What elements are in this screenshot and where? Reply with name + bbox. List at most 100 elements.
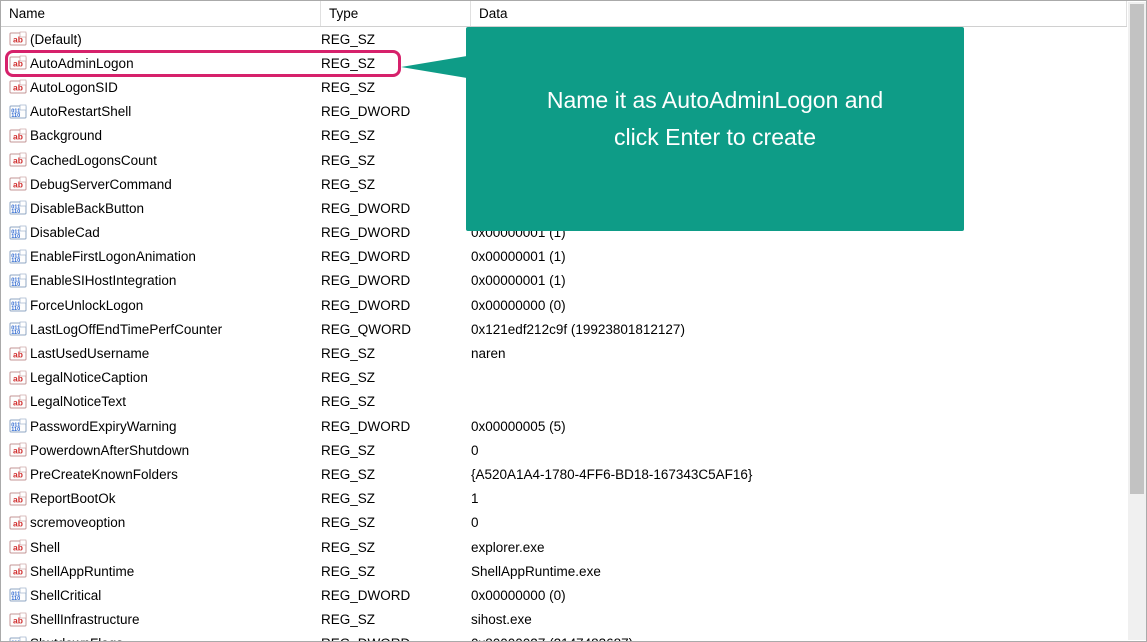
table-row[interactable]: LegalNoticeText REG_SZ <box>1 390 1127 414</box>
cell-type: REG_SZ <box>321 177 471 192</box>
reg-string-icon <box>9 78 27 96</box>
table-row[interactable]: ForceUnlockLogonREG_DWORD0x00000000 (0) <box>1 293 1127 317</box>
cell-data: 0x00000001 (1) <box>471 273 1127 288</box>
table-row[interactable]: LastUsedUsernameREG_SZnaren <box>1 341 1127 365</box>
callout-arrow <box>401 55 473 79</box>
reg-string-icon <box>9 538 27 556</box>
value-name: LegalNoticeText <box>30 394 126 409</box>
reg-string-icon <box>9 562 27 580</box>
cell-data: 0x00000005 (5) <box>471 419 1127 434</box>
value-name: PowerdownAfterShutdown <box>30 443 189 458</box>
cell-name: PasswordExpiryWarning <box>9 417 321 435</box>
callout-box: Name it as AutoAdminLogon and click Ente… <box>466 27 964 231</box>
value-name: ShellInfrastructure <box>30 612 140 627</box>
cell-name: PowerdownAfterShutdown <box>9 441 321 459</box>
table-row[interactable]: PowerdownAfterShutdownREG_SZ0 <box>1 438 1127 462</box>
table-row[interactable]: ShellInfrastructureREG_SZsihost.exe <box>1 608 1127 632</box>
cell-name: PreCreateKnownFolders <box>9 465 321 483</box>
column-header-name[interactable]: Name <box>1 1 321 26</box>
callout-text-line1: Name it as AutoAdminLogon and <box>547 87 883 113</box>
table-row[interactable]: PasswordExpiryWarning REG_DWORD0x00000005… <box>1 414 1127 438</box>
value-name: AutoLogonSID <box>30 80 118 95</box>
cell-type: REG_DWORD <box>321 636 471 641</box>
table-row[interactable]: EnableSIHostIntegrationREG_DWORD0x000000… <box>1 269 1127 293</box>
table-row[interactable]: PreCreateKnownFoldersREG_SZ{A520A1A4-178… <box>1 462 1127 486</box>
table-row[interactable]: LegalNoticeCaption REG_SZ <box>1 366 1127 390</box>
reg-binary-icon <box>9 224 27 242</box>
cell-name: ShutdownFlags <box>9 635 321 641</box>
cell-data: 0x121edf212c9f (19923801812127) <box>471 322 1127 337</box>
reg-binary-icon <box>9 272 27 290</box>
cell-type: REG_DWORD <box>321 225 471 240</box>
cell-type: REG_SZ <box>321 394 471 409</box>
value-name: PreCreateKnownFolders <box>30 467 178 482</box>
cell-type: REG_DWORD <box>321 249 471 264</box>
cell-name: DebugServerCommand <box>9 175 321 193</box>
table-row[interactable]: scremoveoptionREG_SZ0 <box>1 511 1127 535</box>
callout-text-line2: click Enter to create <box>614 124 816 150</box>
value-name: DisableCad <box>30 225 100 240</box>
cell-name: LastLogOffEndTimePerfCounter <box>9 320 321 338</box>
cell-type: REG_SZ <box>321 370 471 385</box>
cell-data: sihost.exe <box>471 612 1127 627</box>
scrollbar-thumb[interactable] <box>1130 4 1144 494</box>
cell-name: scremoveoption <box>9 514 321 532</box>
cell-name: LastUsedUsername <box>9 345 321 363</box>
reg-binary-icon <box>9 103 27 121</box>
reg-string-icon <box>9 611 27 629</box>
cell-name: AutoAdminLogon <box>9 54 321 72</box>
value-name: DebugServerCommand <box>30 177 172 192</box>
value-name: LegalNoticeCaption <box>30 370 148 385</box>
reg-string-icon <box>9 175 27 193</box>
cell-name: CachedLogonsCount <box>9 151 321 169</box>
cell-name: ForceUnlockLogon <box>9 296 321 314</box>
reg-string-icon <box>9 369 27 387</box>
reg-binary-icon <box>9 586 27 604</box>
value-name: DisableBackButton <box>30 201 144 216</box>
cell-name: ShellInfrastructure <box>9 611 321 629</box>
reg-binary-icon <box>9 248 27 266</box>
cell-data: {A520A1A4-1780-4FF6-BD18-167343C5AF16} <box>471 467 1127 482</box>
value-name: ReportBootOk <box>30 491 116 506</box>
cell-type: REG_DWORD <box>321 273 471 288</box>
cell-type: REG_SZ <box>321 564 471 579</box>
table-row[interactable]: ShellCriticalREG_DWORD0x00000000 (0) <box>1 583 1127 607</box>
value-name: ShellCritical <box>30 588 101 603</box>
cell-type: REG_SZ <box>321 443 471 458</box>
table-row[interactable]: ReportBootOkREG_SZ1 <box>1 487 1127 511</box>
column-header-type[interactable]: Type <box>321 1 471 26</box>
cell-data: 0x00000001 (1) <box>471 249 1127 264</box>
table-row[interactable]: ShellREG_SZexplorer.exe <box>1 535 1127 559</box>
cell-type: REG_SZ <box>321 346 471 361</box>
reg-string-icon <box>9 441 27 459</box>
column-header-row: Name Type Data <box>1 1 1127 27</box>
cell-type: REG_DWORD <box>321 201 471 216</box>
cell-type: REG_SZ <box>321 540 471 555</box>
cell-type: REG_DWORD <box>321 419 471 434</box>
cell-data: 0x80000027 (2147483687) <box>471 636 1127 641</box>
cell-name: EnableSIHostIntegration <box>9 272 321 290</box>
reg-string-icon <box>9 393 27 411</box>
cell-name: AutoRestartShell <box>9 103 321 121</box>
cell-type: REG_SZ <box>321 80 471 95</box>
cell-name: LegalNoticeCaption <box>9 369 321 387</box>
cell-name: Shell <box>9 538 321 556</box>
value-name: ShellAppRuntime <box>30 564 134 579</box>
value-name: EnableFirstLogonAnimation <box>30 249 196 264</box>
reg-binary-icon <box>9 635 27 641</box>
value-name: PasswordExpiryWarning <box>30 419 177 434</box>
reg-string-icon <box>9 345 27 363</box>
reg-string-icon <box>9 127 27 145</box>
vertical-scrollbar[interactable] <box>1128 2 1146 640</box>
cell-type: REG_QWORD <box>321 322 471 337</box>
value-name: AutoAdminLogon <box>30 56 134 71</box>
cell-data: ShellAppRuntime.exe <box>471 564 1127 579</box>
table-row[interactable]: ShellAppRuntime REG_SZShellAppRuntime.exe <box>1 559 1127 583</box>
table-row[interactable]: EnableFirstLogonAnimation REG_DWORD0x0000… <box>1 245 1127 269</box>
table-row[interactable]: LastLogOffEndTimePerfCounterREG_QWORD0x1… <box>1 317 1127 341</box>
table-row[interactable]: ShutdownFlagsREG_DWORD0x80000027 (214748… <box>1 632 1127 641</box>
cell-name: DisableBackButton <box>9 199 321 217</box>
value-name: ForceUnlockLogon <box>30 298 143 313</box>
column-header-data[interactable]: Data <box>471 1 1127 26</box>
reg-string-icon <box>9 54 27 72</box>
